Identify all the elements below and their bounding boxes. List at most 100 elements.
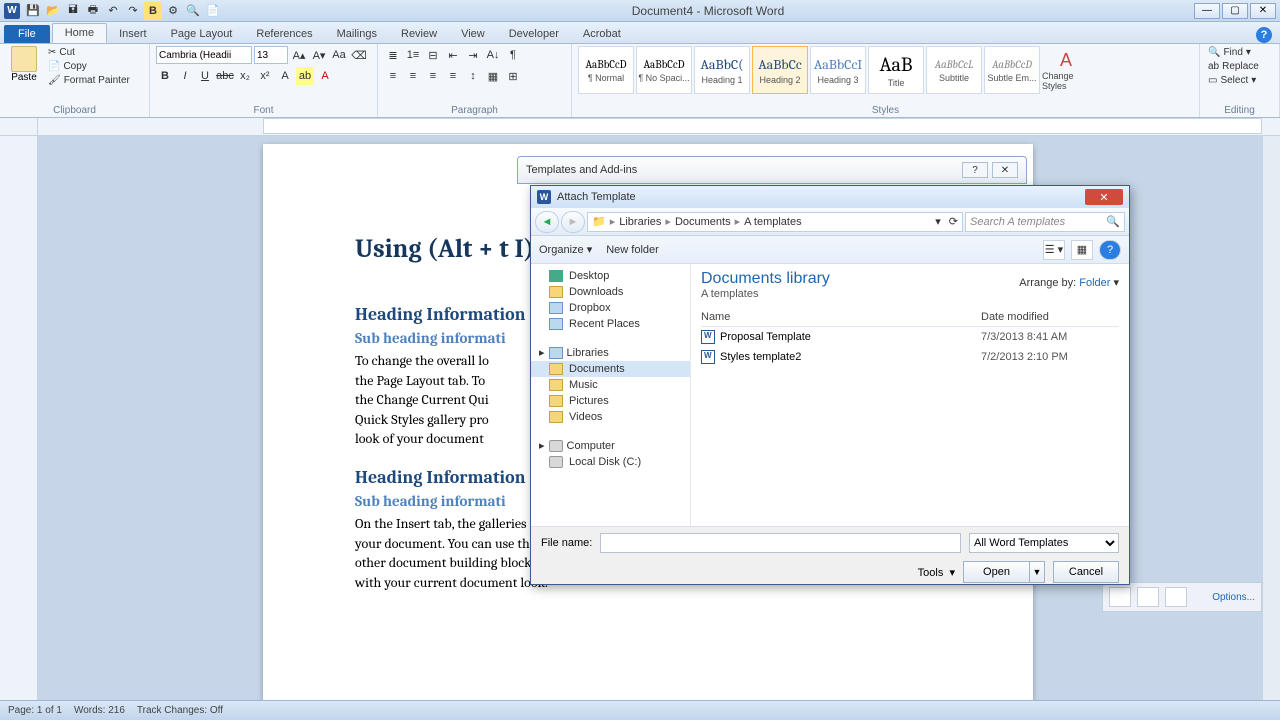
nav-downloads[interactable]: Downloads: [531, 284, 690, 300]
tab-mailings[interactable]: Mailings: [325, 25, 389, 43]
save-icon[interactable]: 💾: [24, 2, 42, 20]
zoom-icon[interactable]: 🔍: [184, 2, 202, 20]
options-link[interactable]: Options...: [1212, 592, 1255, 603]
superscript-button[interactable]: x²: [256, 67, 274, 85]
highlight-button[interactable]: ab: [296, 67, 314, 85]
cancel-button[interactable]: Cancel: [1053, 561, 1119, 583]
style-subtitle[interactable]: AaBbCcLSubtitle: [926, 46, 982, 94]
templates-close-button[interactable]: ✕: [992, 162, 1018, 178]
view-mode-button[interactable]: ☰ ▾: [1043, 240, 1065, 260]
align-center-icon[interactable]: ≡: [404, 67, 422, 85]
style-title[interactable]: AaBTitle: [868, 46, 924, 94]
nav-local-disk[interactable]: Local Disk (C:): [531, 454, 690, 470]
nav-pictures[interactable]: Pictures: [531, 393, 690, 409]
nav-music[interactable]: Music: [531, 377, 690, 393]
bullets-icon[interactable]: ≣: [384, 46, 402, 64]
nav-libraries-header[interactable]: ▸ Libraries: [531, 342, 690, 361]
status-page[interactable]: Page: 1 of 1: [8, 705, 62, 716]
numbering-icon[interactable]: 1≡: [404, 46, 422, 64]
column-date[interactable]: Date modified: [981, 311, 1119, 323]
save-icon-2[interactable]: 🖬: [64, 2, 82, 20]
style-normal[interactable]: AaBbCcD¶ Normal: [578, 46, 634, 94]
cut-button[interactable]: ✂ Cut: [46, 46, 132, 59]
shading-icon[interactable]: ▦: [484, 67, 502, 85]
align-right-icon[interactable]: ≡: [424, 67, 442, 85]
search-input[interactable]: Search A templates 🔍: [965, 212, 1125, 232]
file-type-select[interactable]: All Word Templates: [969, 533, 1119, 553]
nav-documents[interactable]: Documents: [531, 361, 690, 377]
italic-button[interactable]: I: [176, 67, 194, 85]
indent-dec-icon[interactable]: ⇤: [444, 46, 462, 64]
tab-insert[interactable]: Insert: [107, 25, 159, 43]
tab-home[interactable]: Home: [52, 23, 107, 43]
arrange-by[interactable]: Arrange by: Folder ▾: [1019, 276, 1119, 289]
tab-review[interactable]: Review: [389, 25, 449, 43]
nav-recent[interactable]: Recent Places: [531, 316, 690, 332]
open-icon[interactable]: 📂: [44, 2, 62, 20]
attach-close-button[interactable]: ✕: [1085, 189, 1123, 205]
manage-styles-icon[interactable]: [1137, 587, 1159, 607]
nav-videos[interactable]: Videos: [531, 409, 690, 425]
tab-view[interactable]: View: [449, 25, 497, 43]
align-left-icon[interactable]: ≡: [384, 67, 402, 85]
shrink-font-icon[interactable]: A▾: [310, 46, 328, 64]
format-painter-button[interactable]: 🖌 Format Painter: [46, 74, 132, 87]
font-name-select[interactable]: [156, 46, 252, 64]
style-heading2[interactable]: AaBbCcHeading 2: [752, 46, 808, 94]
subscript-button[interactable]: x₂: [236, 67, 254, 85]
find-button[interactable]: 🔍 Find ▾: [1206, 46, 1273, 59]
help-button[interactable]: ?: [1099, 240, 1121, 260]
print-icon[interactable]: 🖶: [84, 2, 102, 20]
horizontal-ruler[interactable]: [263, 118, 1262, 134]
redo-icon[interactable]: ↷: [124, 2, 142, 20]
breadcrumb[interactable]: 📁▸ Libraries▸ Documents▸ A templates ▾ ⟳: [587, 212, 963, 232]
styles-gallery[interactable]: AaBbCcD¶ Normal AaBbCcD¶ No Spaci... AaB…: [578, 46, 1193, 94]
sort-icon[interactable]: A↓: [484, 46, 502, 64]
open-dropdown-button[interactable]: ▼: [1029, 561, 1045, 583]
nav-dropbox[interactable]: Dropbox: [531, 300, 690, 316]
font-size-select[interactable]: [254, 46, 288, 64]
column-name[interactable]: Name: [701, 311, 981, 323]
maximize-button[interactable]: ▢: [1222, 3, 1248, 19]
status-track[interactable]: Track Changes: Off: [137, 705, 223, 716]
text-effects-icon[interactable]: A: [276, 67, 294, 85]
style-heading3[interactable]: AaBbCcIHeading 3: [810, 46, 866, 94]
bold-button[interactable]: B: [156, 67, 174, 85]
templates-help-button[interactable]: ?: [962, 162, 988, 178]
undo-icon[interactable]: ↶: [104, 2, 122, 20]
navigation-tree[interactable]: Desktop Downloads Dropbox Recent Places …: [531, 264, 691, 526]
tab-developer[interactable]: Developer: [497, 25, 571, 43]
vertical-ruler[interactable]: [0, 136, 38, 720]
replace-button[interactable]: ab Replace: [1206, 60, 1273, 73]
file-row[interactable]: Proposal Template 7/3/2013 8:41 AM: [701, 327, 1119, 347]
preview-pane-button[interactable]: ▦: [1071, 240, 1093, 260]
multilevel-icon[interactable]: ⊟: [424, 46, 442, 64]
tab-acrobat[interactable]: Acrobat: [571, 25, 633, 43]
change-case-icon[interactable]: Aa: [330, 46, 348, 64]
show-marks-icon[interactable]: ¶: [504, 46, 522, 64]
indent-inc-icon[interactable]: ⇥: [464, 46, 482, 64]
vertical-scrollbar[interactable]: [1262, 136, 1280, 720]
tab-references[interactable]: References: [244, 25, 324, 43]
copy-button[interactable]: 📄 Copy: [46, 60, 132, 73]
new-style-icon[interactable]: [1165, 587, 1187, 607]
minimize-button[interactable]: —: [1194, 3, 1220, 19]
borders-icon[interactable]: ⊞: [504, 67, 522, 85]
attach-dialog-titlebar[interactable]: W Attach Template ✕: [531, 186, 1129, 208]
refresh-icon[interactable]: ⟳: [949, 215, 958, 228]
style-subtle-em[interactable]: AaBbCcDSubtle Em...: [984, 46, 1040, 94]
close-button[interactable]: ✕: [1250, 3, 1276, 19]
tab-file[interactable]: File: [4, 25, 50, 43]
paste-button[interactable]: Paste: [6, 46, 42, 87]
nav-forward-button[interactable]: ►: [561, 211, 585, 233]
font-color-button[interactable]: A: [316, 67, 334, 85]
tab-page-layout[interactable]: Page Layout: [159, 25, 245, 43]
underline-button[interactable]: U: [196, 67, 214, 85]
strike-button[interactable]: abc: [216, 67, 234, 85]
clear-format-icon[interactable]: ⌫: [350, 46, 368, 64]
style-heading1[interactable]: AaBbC(Heading 1: [694, 46, 750, 94]
bold-highlight-icon[interactable]: B: [144, 2, 162, 20]
search-icon[interactable]: 🔍: [1106, 215, 1120, 228]
file-name-input[interactable]: [600, 533, 961, 553]
help-icon[interactable]: ?: [1256, 27, 1272, 43]
